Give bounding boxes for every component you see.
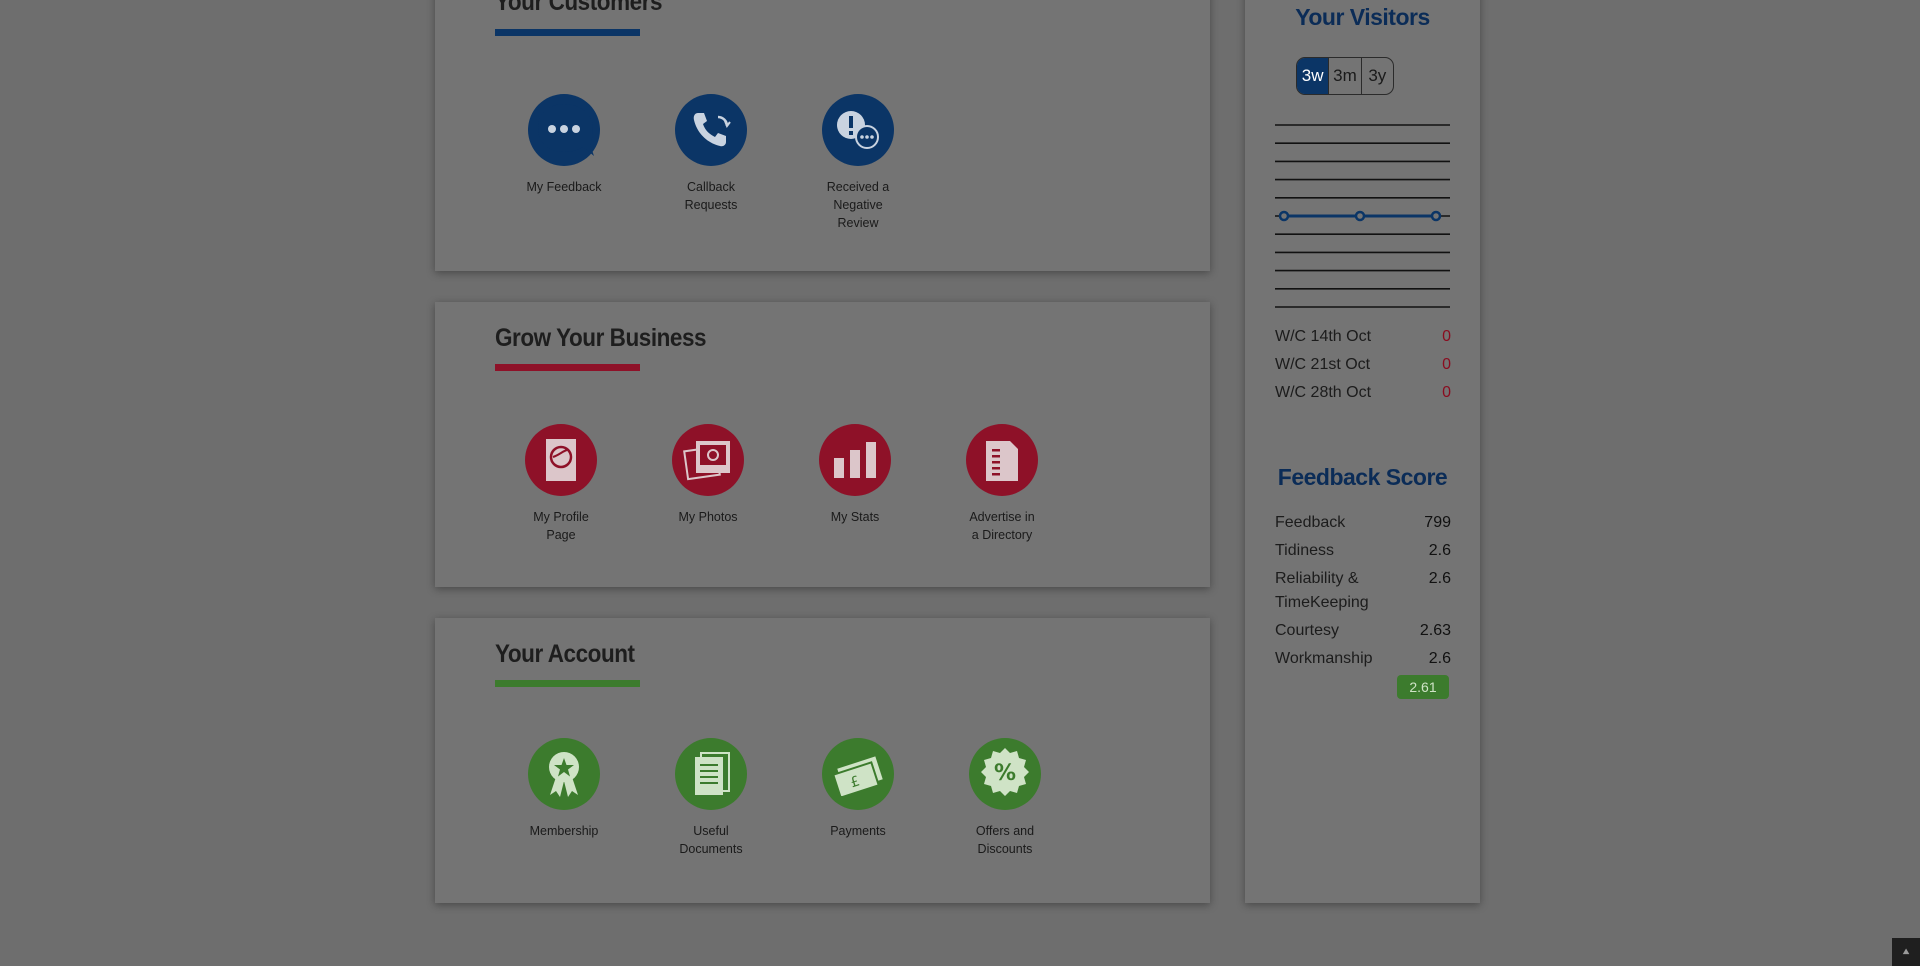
range-3w-button[interactable]: 3w	[1297, 58, 1329, 94]
negative-review-tile[interactable]: Received a Negative Review	[803, 94, 913, 232]
week-label: W/C 14th Oct	[1275, 328, 1372, 345]
offers-discounts-tile[interactable]: % Offers and Discounts	[950, 738, 1060, 858]
score-label: Tidiness	[1275, 542, 1334, 559]
account-title: Your Account	[495, 640, 635, 668]
membership-award-icon	[528, 738, 600, 810]
svg-text:%: %	[994, 761, 1016, 786]
my-stats-tile[interactable]: My Stats	[800, 424, 910, 526]
tile-label: My Feedback	[526, 180, 602, 194]
tile-label: My Photos	[678, 510, 738, 524]
score-value: 2.6	[1428, 542, 1451, 559]
photos-icon	[672, 424, 744, 496]
score-row: Courtesy 2.63	[1275, 619, 1451, 643]
percent-badge-icon: %	[969, 738, 1041, 810]
membership-tile[interactable]: Membership	[509, 738, 619, 840]
payments-tile[interactable]: £ Payments	[803, 738, 913, 840]
overall-score-badge: 2.61	[1397, 675, 1449, 699]
tile-label: Payments	[830, 824, 886, 838]
callback-requests-tile[interactable]: Callback Requests	[656, 94, 766, 214]
week-row: W/C 28th Oct 0	[1275, 384, 1451, 402]
my-feedback-tile[interactable]: My Feedback	[509, 94, 619, 196]
visitors-chart	[1275, 124, 1450, 308]
feedback-score-title: Feedback Score	[1277, 464, 1448, 490]
score-label: Courtesy	[1275, 622, 1340, 639]
directory-icon	[966, 424, 1038, 496]
speech-bubble-icon	[528, 94, 600, 166]
week-row: W/C 21st Oct 0	[1275, 356, 1451, 374]
tile-label: Advertise in a Directory	[969, 510, 1035, 542]
score-label: Reliability & TimeKeeping	[1275, 570, 1369, 611]
tile-label: My Profile Page	[533, 510, 589, 542]
week-value: 0	[1442, 356, 1451, 373]
visitors-title: Your Visitors	[1295, 4, 1430, 30]
tile-label: Useful Documents	[679, 824, 743, 856]
range-3m-button[interactable]: 3m	[1328, 58, 1360, 94]
week-label: W/C 21st Oct	[1275, 356, 1371, 373]
week-value: 0	[1442, 384, 1451, 401]
customers-panel: Your Customers My Feedback Callback Requ…	[435, 0, 1210, 271]
useful-documents-tile[interactable]: Useful Documents	[656, 738, 766, 858]
score-label: Feedback	[1275, 514, 1346, 531]
visitors-data-point[interactable]	[1278, 210, 1290, 222]
tile-label: Received a Negative Review	[826, 180, 890, 230]
score-value: 799	[1424, 514, 1451, 531]
grow-business-panel: Grow Your Business My Profile Page My Ph…	[435, 302, 1210, 587]
account-underline	[495, 680, 640, 687]
visitors-data-point[interactable]	[1430, 210, 1442, 222]
my-profile-page-tile[interactable]: My Profile Page	[506, 424, 616, 544]
score-row: Workmanship 2.6	[1275, 647, 1451, 671]
week-row: W/C 14th Oct 0	[1275, 328, 1451, 346]
range-3y-button[interactable]: 3y	[1360, 58, 1393, 94]
visitors-data-point[interactable]	[1354, 210, 1366, 222]
week-label: W/C 28th Oct	[1275, 384, 1372, 401]
tile-label: Callback Requests	[684, 180, 738, 212]
profile-page-icon	[525, 424, 597, 496]
double-chevron-up-icon: ⯅	[1901, 944, 1911, 959]
negative-review-icon	[822, 94, 894, 166]
score-row: Tidiness 2.6	[1275, 539, 1451, 563]
score-value: 2.6	[1428, 570, 1451, 587]
stats-sidebar: Your Visitors 3w 3m 3y W/C 14th Oct 0 W/…	[1245, 0, 1480, 903]
phone-callback-icon	[675, 94, 747, 166]
range-selector: 3w 3m 3y	[1296, 57, 1394, 95]
tile-label: Offers and Discounts	[975, 824, 1035, 856]
score-value: 2.6	[1428, 650, 1451, 667]
scroll-to-top-button[interactable]: ⯅	[1892, 938, 1920, 966]
grow-title: Grow Your Business	[495, 324, 707, 352]
documents-icon	[675, 738, 747, 810]
account-panel: Your Account Membership Useful Documents	[435, 618, 1210, 903]
score-row: Feedback 799	[1275, 511, 1451, 535]
score-row: Reliability & TimeKeeping 2.6	[1275, 567, 1451, 615]
week-value: 0	[1442, 328, 1451, 345]
score-label: Workmanship	[1275, 650, 1373, 667]
my-photos-tile[interactable]: My Photos	[653, 424, 763, 526]
advertise-directory-tile[interactable]: Advertise in a Directory	[947, 424, 1057, 544]
score-value: 2.63	[1419, 622, 1451, 639]
payment-pound-icon: £	[822, 738, 894, 810]
customers-title: Your Customers	[495, 0, 663, 16]
bar-chart-icon	[819, 424, 891, 496]
tile-label: Membership	[529, 824, 599, 838]
tile-label: My Stats	[830, 510, 880, 524]
grow-underline	[495, 364, 640, 371]
customers-underline	[495, 29, 640, 36]
